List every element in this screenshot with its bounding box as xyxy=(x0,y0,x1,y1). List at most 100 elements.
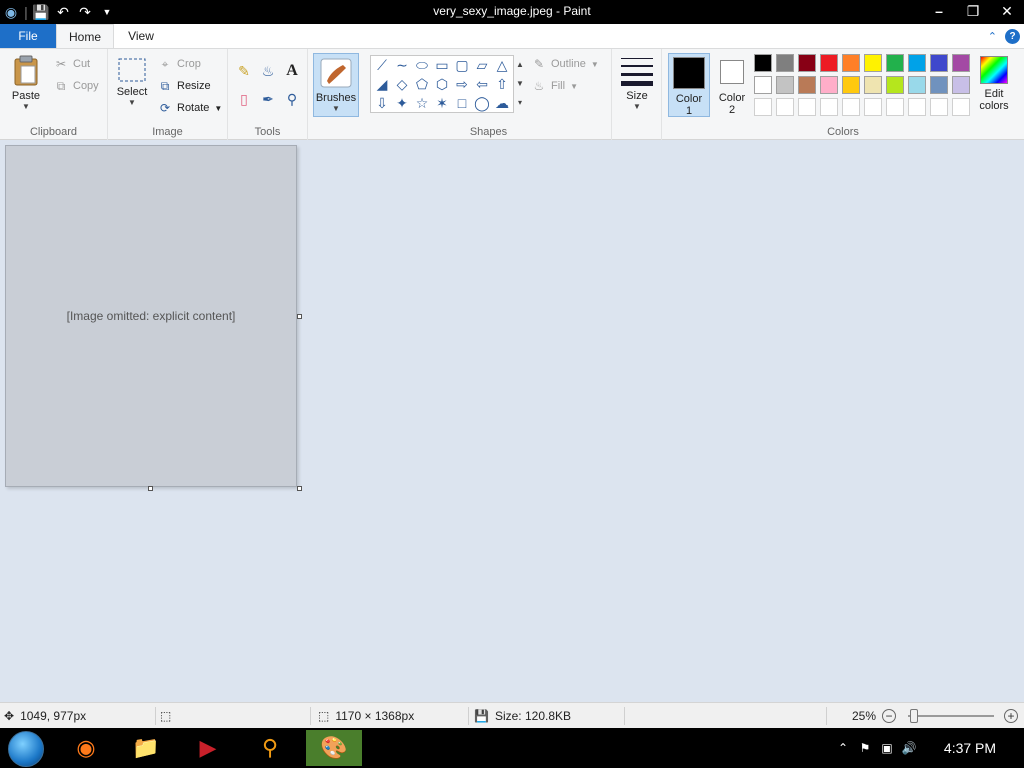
text-tool-icon[interactable]: A xyxy=(282,61,302,81)
start-button[interactable] xyxy=(8,731,44,767)
down-arrow-shape-icon[interactable]: ⇩ xyxy=(372,94,392,113)
curve-shape-icon[interactable]: ∼ xyxy=(392,56,412,75)
rotate-button[interactable]: ⟳ Rotate ▼ xyxy=(158,101,222,115)
palette-swatch[interactable] xyxy=(776,76,794,94)
five-point-star-shape-icon[interactable]: ☆ xyxy=(412,94,432,113)
collapse-ribbon-icon[interactable]: ⌃ xyxy=(988,30,997,43)
palette-swatch[interactable] xyxy=(952,54,970,72)
tab-home[interactable]: Home xyxy=(56,24,114,48)
up-arrow-shape-icon[interactable]: ⇧ xyxy=(492,75,512,94)
resize-handle-corner[interactable] xyxy=(297,486,302,491)
custom-color-slot[interactable] xyxy=(930,98,948,116)
fill-dropdown-icon[interactable]: ▼ xyxy=(570,82,578,91)
zoom-in-button[interactable]: + xyxy=(1004,709,1018,723)
tab-file[interactable]: File xyxy=(0,24,56,48)
taskbar-clock[interactable]: 4:37 PM xyxy=(930,728,1010,768)
shapes-scroll[interactable]: ▲ ▼ ▾ xyxy=(514,55,526,113)
cloud-callout-shape-icon[interactable]: ☁ xyxy=(492,94,512,113)
volume-icon[interactable]: 🔊 xyxy=(898,741,920,755)
outline-button[interactable]: ✎ Outline ▼ xyxy=(532,57,599,71)
fill-bucket-icon[interactable]: ♨ xyxy=(258,61,278,81)
shapes-scroll-down-icon[interactable]: ▼ xyxy=(514,74,526,93)
palette-swatch[interactable] xyxy=(754,76,772,94)
help-icon[interactable]: ? xyxy=(1005,28,1020,44)
paint-taskbar-button[interactable]: 🎨 xyxy=(306,730,362,766)
custom-color-slot[interactable] xyxy=(820,98,838,116)
right-triangle-shape-icon[interactable]: ◢ xyxy=(372,75,392,94)
zoom-slider-thumb[interactable] xyxy=(910,709,919,723)
action-center-flag-icon[interactable]: ⚑ xyxy=(854,741,876,755)
size-button[interactable]: Size ▼ xyxy=(618,55,656,111)
custom-color-slot[interactable] xyxy=(864,98,882,116)
fill-button[interactable]: ♨ Fill ▼ xyxy=(532,79,578,93)
firefox-taskbar-button[interactable]: ◉ xyxy=(58,730,114,766)
shapes-scroll-up-icon[interactable]: ▲ xyxy=(514,55,526,74)
network-icon[interactable]: ▣ xyxy=(876,741,898,755)
resize-button[interactable]: ⧉ Resize xyxy=(158,79,211,93)
palette-swatch[interactable] xyxy=(820,54,838,72)
select-dropdown-icon[interactable]: ▼ xyxy=(114,98,150,107)
select-button[interactable]: Select ▼ xyxy=(114,57,150,107)
custom-color-slot[interactable] xyxy=(798,98,816,116)
custom-color-slot[interactable] xyxy=(776,98,794,116)
close-icon[interactable]: ✕ xyxy=(990,0,1024,24)
palette-swatch[interactable] xyxy=(842,76,860,94)
pencil-icon[interactable]: ✎ xyxy=(234,61,254,81)
canvas-area[interactable]: [Image omitted: explicit content] xyxy=(0,140,1024,702)
resize-handle-bottom[interactable] xyxy=(148,486,153,491)
right-arrow-shape-icon[interactable]: ⇨ xyxy=(452,75,472,94)
palette-swatch[interactable] xyxy=(842,54,860,72)
four-point-star-shape-icon[interactable]: ✦ xyxy=(392,94,412,113)
oval-callout-shape-icon[interactable]: ◯ xyxy=(472,94,492,113)
palette-swatch[interactable] xyxy=(908,76,926,94)
rectangle-shape-icon[interactable]: ▭ xyxy=(432,56,452,75)
six-point-star-shape-icon[interactable]: ✶ xyxy=(432,94,452,113)
polygon-shape-icon[interactable]: ▱ xyxy=(472,56,492,75)
eraser-icon[interactable]: ▯ xyxy=(234,89,254,109)
palette-swatch[interactable] xyxy=(930,76,948,94)
color1-button[interactable]: Color 1 xyxy=(668,53,710,117)
copy-button[interactable]: ⧉ Copy xyxy=(54,79,99,93)
custom-color-slot[interactable] xyxy=(754,98,772,116)
rounded-rectangle-shape-icon[interactable]: ▢ xyxy=(452,56,472,75)
palette-swatch[interactable] xyxy=(952,76,970,94)
rect-callout-shape-icon[interactable]: □ xyxy=(452,94,472,113)
palette-swatch[interactable] xyxy=(886,76,904,94)
restore-icon[interactable]: ❐ xyxy=(956,0,990,24)
triangle-shape-icon[interactable]: △ xyxy=(492,56,512,75)
explorer-taskbar-button[interactable]: 📁 xyxy=(118,730,174,766)
oval-shape-icon[interactable]: ⬭ xyxy=(412,56,432,75)
palette-swatch[interactable] xyxy=(864,76,882,94)
line-shape-icon[interactable]: ⟋ xyxy=(372,56,392,75)
palette-swatch[interactable] xyxy=(886,54,904,72)
palette-swatch[interactable] xyxy=(798,76,816,94)
palette-swatch[interactable] xyxy=(776,54,794,72)
custom-color-slot[interactable] xyxy=(908,98,926,116)
brushes-button[interactable]: Brushes ▼ xyxy=(313,53,359,117)
canvas-image-placeholder[interactable]: [Image omitted: explicit content] xyxy=(5,145,297,487)
minimize-icon[interactable]: – xyxy=(922,0,956,24)
magnifier-icon[interactable]: ⚲ xyxy=(282,89,302,109)
size-dropdown-icon[interactable]: ▼ xyxy=(618,102,656,111)
zoom-out-button[interactable]: − xyxy=(882,709,896,723)
brushes-dropdown-icon[interactable]: ▼ xyxy=(314,104,358,113)
palette-swatch[interactable] xyxy=(820,76,838,94)
search-taskbar-button[interactable]: ⚲ xyxy=(242,730,298,766)
game-taskbar-button[interactable]: ▶ xyxy=(180,730,236,766)
pentagon-shape-icon[interactable]: ⬠ xyxy=(412,75,432,94)
palette-swatch[interactable] xyxy=(930,54,948,72)
paste-dropdown-icon[interactable]: ▼ xyxy=(6,102,46,111)
rotate-dropdown-icon[interactable]: ▼ xyxy=(214,104,222,113)
outline-dropdown-icon[interactable]: ▼ xyxy=(591,60,599,69)
show-hidden-icons-icon[interactable]: ⌃ xyxy=(832,741,854,755)
paste-button[interactable]: Paste ▼ xyxy=(6,55,46,111)
color-picker-icon[interactable]: ✒ xyxy=(258,89,278,109)
zoom-slider-track[interactable] xyxy=(908,715,994,717)
cut-button[interactable]: ✂ Cut xyxy=(54,57,90,71)
custom-color-slot[interactable] xyxy=(886,98,904,116)
custom-color-slot[interactable] xyxy=(952,98,970,116)
tab-view[interactable]: View xyxy=(114,24,168,48)
left-arrow-shape-icon[interactable]: ⇦ xyxy=(472,75,492,94)
diamond-shape-icon[interactable]: ◇ xyxy=(392,75,412,94)
crop-button[interactable]: ⌖ Crop xyxy=(158,57,201,71)
